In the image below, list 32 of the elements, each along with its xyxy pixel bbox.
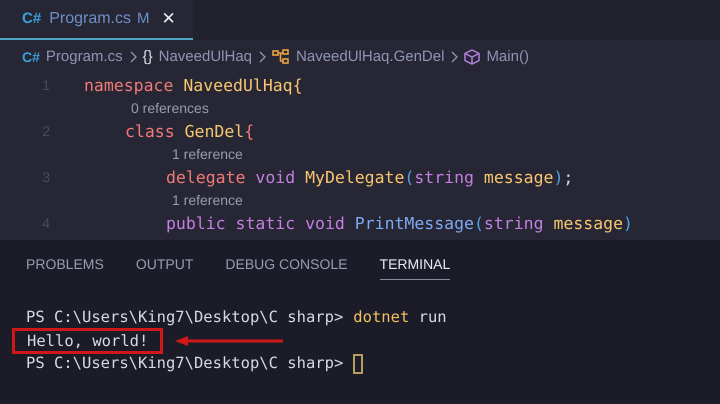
csharp-icon: C# (22, 46, 40, 68)
panel-tab[interactable]: TERMINAL (380, 254, 450, 280)
cube-icon (464, 49, 480, 65)
terminal-prompt: PS C:\Users\King7\Desktop\C sharp> (26, 307, 344, 328)
terminal-prompt: PS C:\Users\King7\Desktop\C sharp> (26, 353, 344, 374)
editor-tab[interactable]: C# Program.cs M ✕ (0, 0, 194, 40)
codelens-text[interactable]: 1 reference (0, 189, 720, 212)
csharp-icon: C# (22, 8, 42, 30)
panel-tab[interactable]: OUTPUT (136, 254, 194, 280)
code-line: delegate void MyDelegate(string message); (165, 167, 574, 189)
code-line: namespace NaveedUlHaq{ (84, 75, 303, 97)
panel-tab[interactable]: PROBLEMS (26, 254, 104, 280)
arrow-icon (175, 334, 286, 346)
braces-icon: {} (142, 46, 153, 68)
terminal-output: Hello, world! (12, 328, 164, 354)
panel-tab[interactable]: DEBUG CONSOLE (225, 254, 348, 280)
modified-label: M (136, 8, 150, 29)
breadcrumb-item[interactable]: NaveedUlHaq.GenDel (296, 46, 444, 68)
terminal-command: dotnet run (353, 307, 447, 328)
chevron-icon (450, 51, 458, 63)
breadcrumb-item[interactable]: Program.cs (46, 46, 123, 68)
chevron-icon (128, 51, 137, 63)
breadcrumb-item[interactable]: NaveedUlHaq (158, 46, 252, 68)
tab-label: Program.cs (49, 9, 131, 29)
code-line: public static void PrintMessage(string message) (165, 213, 633, 235)
code-line: class GenDel{ (124, 121, 254, 143)
chevron-icon (258, 51, 266, 63)
codelens-text[interactable]: 1 reference (0, 143, 720, 166)
class-icon (272, 49, 290, 65)
codelens-text[interactable]: 0 references (0, 97, 720, 120)
close-icon[interactable]: ✕ (161, 6, 176, 32)
breadcrumb-item[interactable]: Main() (486, 46, 529, 68)
